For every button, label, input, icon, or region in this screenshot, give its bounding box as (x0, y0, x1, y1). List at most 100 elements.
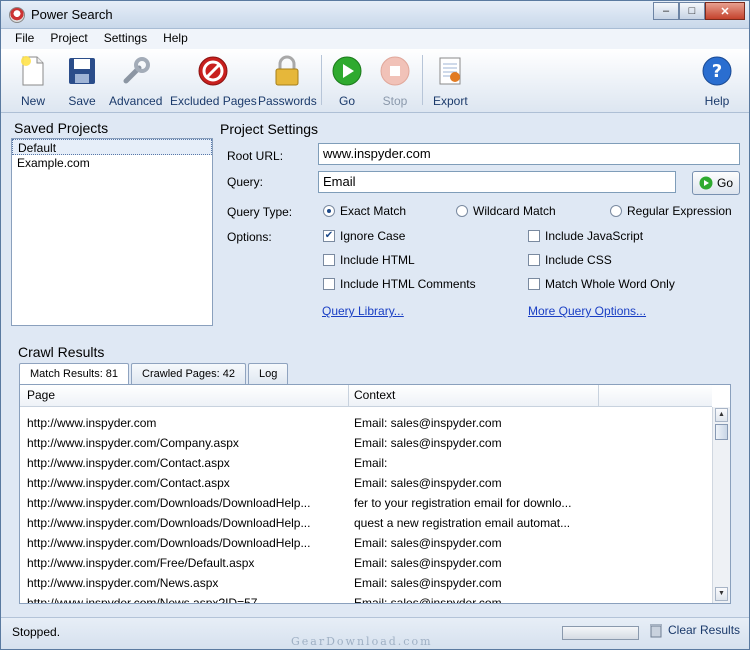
scroll-up-arrow[interactable]: ▲ (715, 408, 728, 422)
root-url-label: Root URL: (227, 149, 284, 163)
menu-project[interactable]: Project (42, 29, 95, 49)
radio-dot (323, 205, 335, 217)
close-button[interactable]: ✕ (705, 2, 745, 20)
options-label: Options: (227, 230, 272, 244)
checkmark-icon: ✔ (323, 230, 335, 242)
match-whole-word-checkbox[interactable]: Match Whole Word Only (528, 277, 675, 291)
help-button[interactable]: ? Help (700, 53, 734, 108)
menu-help[interactable]: Help (155, 29, 196, 49)
table-row[interactable]: http://www.inspyder.com/News.aspx Email: … (20, 573, 712, 593)
ignore-case-checkbox[interactable]: ✔ Ignore Case (323, 229, 405, 243)
svg-text:?: ? (712, 61, 722, 82)
radio-wildcard-match[interactable]: Wildcard Match (456, 204, 556, 218)
radio-dot (456, 205, 468, 217)
window-title: Power Search (31, 7, 113, 22)
cell-page: http://www.inspyder.com/Company.aspx (27, 436, 239, 450)
include-html-checkbox[interactable]: Include HTML (323, 253, 415, 267)
cell-page: http://www.inspyder.com/News.aspx (27, 576, 219, 590)
cell-page: http://www.inspyder.com/Downloads/Downlo… (27, 516, 311, 530)
menu-settings[interactable]: Settings (96, 29, 155, 49)
toolbar: New Save Advanced Excluded Pages Passwor… (1, 49, 749, 113)
play-icon (699, 176, 713, 190)
project-settings-title: Project Settings (220, 121, 319, 137)
spreadsheet-export-icon (433, 53, 467, 89)
go-button[interactable]: Go (330, 53, 364, 108)
cell-context: Email: sales@inspyder.com (354, 476, 502, 490)
cell-context: Email: sales@inspyder.com (354, 416, 502, 430)
save-button[interactable]: Save (65, 53, 99, 108)
results-scrollbar[interactable]: ▲ ▼ (712, 407, 730, 603)
table-row[interactable]: http://www.inspyder.com/News.aspx?ID=57 E… (20, 593, 712, 604)
status-text: Stopped. (12, 625, 61, 639)
list-item[interactable]: Default (12, 139, 212, 155)
stop-button[interactable]: Stop (378, 53, 412, 108)
table-row[interactable]: http://www.inspyder.com/Downloads/Downlo… (20, 513, 712, 533)
crawl-results-title: Crawl Results (18, 344, 105, 360)
query-go-button[interactable]: Go (692, 171, 740, 195)
new-button[interactable]: New (16, 53, 50, 108)
list-item[interactable]: Example.com (12, 155, 212, 171)
tab-match-results[interactable]: Match Results: 81 (19, 363, 130, 385)
menu-file[interactable]: File (7, 29, 42, 49)
maximize-button[interactable]: □ (679, 2, 705, 20)
results-tabs: Match Results: 81 Crawled Pages: 42 Log (19, 363, 290, 385)
passwords-button[interactable]: Passwords (258, 53, 317, 108)
table-row[interactable]: http://www.inspyder.com/Company.aspx Emai… (20, 433, 712, 453)
query-library-link[interactable]: Query Library... (322, 304, 404, 318)
tab-crawled-pages[interactable]: Crawled Pages: 42 (131, 363, 246, 384)
radio-exact-match[interactable]: Exact Match (323, 204, 406, 218)
table-row[interactable]: http://www.inspyder.com/Contact.aspx Emai… (20, 453, 712, 473)
tab-log[interactable]: Log (248, 363, 289, 384)
root-url-input[interactable]: www.inspyder.com (318, 143, 740, 165)
new-document-icon (16, 53, 50, 89)
column-header-page[interactable]: Page (27, 388, 55, 402)
table-row[interactable]: http://www.inspyder.com/Contact.aspx Emai… (20, 473, 712, 493)
minimize-button[interactable]: – (653, 2, 679, 20)
menu-bar: File Project Settings Help (1, 29, 749, 49)
query-type-label: Query Type: (227, 205, 293, 219)
question-mark-icon: ? (700, 53, 734, 89)
cell-context: fer to your registration email for downl… (354, 496, 572, 510)
excluded-pages-button[interactable]: Excluded Pages (170, 53, 257, 108)
floppy-disk-icon (65, 53, 99, 89)
table-row[interactable]: http://www.inspyder.com Email: sales@insp… (20, 413, 712, 433)
saved-projects-title: Saved Projects (14, 120, 109, 136)
advanced-button[interactable]: Advanced (109, 53, 162, 108)
cell-page: http://www.inspyder.com/News.aspx?ID=57 (27, 596, 258, 604)
include-javascript-checkbox[interactable]: Include JavaScript (528, 229, 643, 243)
radio-regular-expression[interactable]: Regular Expression (610, 204, 732, 218)
export-button[interactable]: Export (433, 53, 468, 108)
toolbar-separator (321, 55, 322, 105)
cell-page: http://www.inspyder.com/Free/Default.asp… (27, 556, 255, 570)
app-logo-icon (9, 7, 25, 23)
cell-context: Email: sales@inspyder.com (354, 556, 502, 570)
cell-context: Email: sales@inspyder.com (354, 596, 502, 604)
play-icon (330, 53, 364, 89)
table-row[interactable]: http://www.inspyder.com/Downloads/Downlo… (20, 493, 712, 513)
column-header-context[interactable]: Context (354, 388, 395, 402)
table-header: Page Context (20, 385, 712, 407)
results-table: Page Context http://www.inspyder.com Emai… (19, 384, 731, 604)
radio-dot (610, 205, 622, 217)
cell-context: quest a new registration email automat..… (354, 516, 571, 530)
saved-projects-list[interactable]: Default Example.com (11, 138, 213, 326)
watermark: GearDownload.com (291, 635, 433, 648)
wrench-icon (119, 53, 153, 89)
padlock-icon (270, 53, 304, 89)
clear-results-button[interactable]: Clear Results (649, 622, 740, 638)
cell-context: Email: sales@inspyder.com (354, 536, 502, 550)
query-input[interactable]: Email (318, 171, 676, 193)
scroll-thumb[interactable] (715, 424, 728, 440)
more-query-options-link[interactable]: More Query Options... (528, 304, 646, 318)
cell-context: Email: sales@inspyder.com (354, 436, 502, 450)
cell-context: Email: sales@inspyder.com (354, 576, 502, 590)
table-row[interactable]: http://www.inspyder.com/Free/Default.asp… (20, 553, 712, 573)
include-css-checkbox[interactable]: Include CSS (528, 253, 612, 267)
no-entry-icon (196, 53, 230, 89)
table-row[interactable]: http://www.inspyder.com/Downloads/Downlo… (20, 533, 712, 553)
toolbar-separator (422, 55, 423, 105)
window-controls: – □ ✕ (653, 2, 745, 20)
title-bar[interactable]: Power Search – □ ✕ (1, 1, 749, 29)
include-html-comments-checkbox[interactable]: Include HTML Comments (323, 277, 476, 291)
scroll-down-arrow[interactable]: ▼ (715, 587, 728, 601)
